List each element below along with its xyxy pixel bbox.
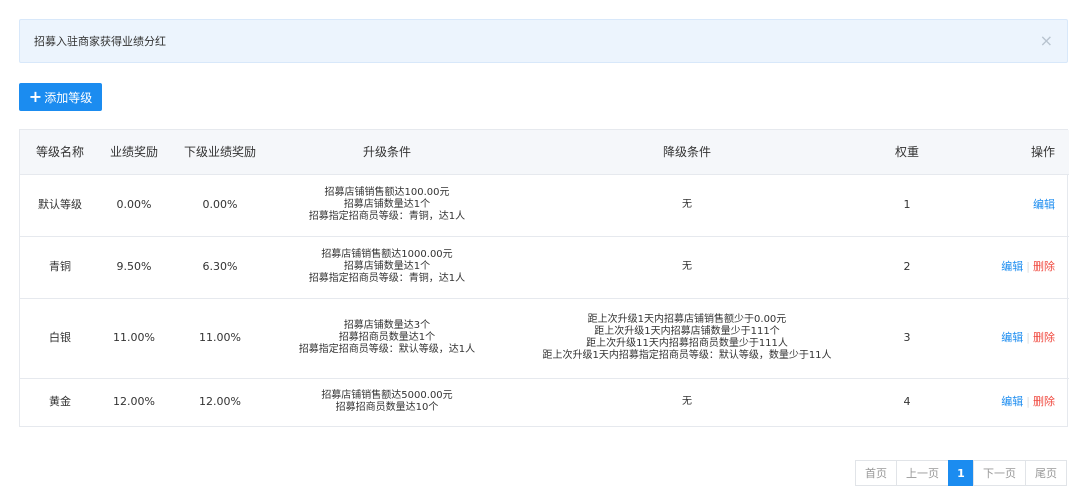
delete-link[interactable]: 删除 [1033,331,1055,344]
sub-reward-cell: 0.00% [168,174,272,237]
downgrade-conditions-cell: 无 [502,378,872,426]
sub-reward-cell: 12.00% [199,395,241,409]
page-prev-button[interactable]: 上一页 [896,460,949,486]
upgrade-conditions-cell: 招募店铺数量达3个 招募招商员数量达1个 招募指定招商员等级：默认等级，达1人 [272,298,502,379]
delete-link[interactable]: 删除 [1033,260,1055,273]
ops-divider: | [1026,395,1030,409]
header-downgrade: 降级条件 [502,130,872,175]
upgrade-conditions-cell: 招募店铺销售额达5000.00元 招募招商员数量达10个 [272,378,502,426]
alert-message: 招募入驻商家获得业绩分红 [34,35,166,48]
reward-cell: 12.00% [113,395,155,409]
downgrade-conditions-cell: 距上次升级1天内招募店铺销售额少于0.00元 距上次升级1天内招募店铺数量少于11… [502,298,872,379]
edit-link[interactable]: 编辑 [1001,395,1023,408]
pagination: 首页 上一页 1 下一页 尾页 [855,460,1067,486]
downgrade-conditions-cell-line: 距上次升级11天内招募招商员数量少于111人 [586,338,788,349]
downgrade-conditions-cell-line: 距上次升级1天内招募店铺销售额少于0.00元 [587,314,787,325]
downgrade-conditions-cell-line: 无 [682,396,692,408]
upgrade-conditions-cell-line: 招募店铺销售额达1000.00元 [321,249,453,260]
upgrade-conditions-cell-line: 招募指定招商员等级：默认等级，达1人 [298,344,476,355]
ops-cell: 编辑 | 删除 [942,236,1069,299]
table-row: 默认等级 0.00% 0.00% 招募店铺销售额达100.00元 招募店铺数量达1个 招募… [20,174,1069,237]
upgrade-conditions-cell-line: 招募招商员数量达1个 [338,332,436,343]
ops-divider: | [1026,260,1030,273]
level-name-cell: 黄金 [49,395,71,409]
downgrade-conditions-cell: 无 [502,236,872,299]
upgrade-conditions-cell-line: 招募店铺销售额达5000.00元 [321,390,453,402]
ops-cell: 编辑 | 删除 [942,378,1069,426]
reward-cell: 11.00% [100,298,168,379]
upgrade-conditions-cell: 招募店铺销售额达100.00元 招募店铺数量达1个 招募指定招商员等级：青铜，达1人 [272,174,502,237]
upgrade-conditions-cell-line: 招募店铺数量达1个 [343,261,431,272]
upgrade-conditions-cell-line: 招募指定招商员等级：青铜，达1人 [308,211,466,222]
header-ops: 操作 [942,130,1069,175]
upgrade-conditions-cell-line: 招募店铺销售额达100.00元 [324,187,450,198]
table-row: 青铜 9.50% 6.30% 招募店铺销售额达1000.00元 招募店铺数量达1个 招募指… [20,236,1069,299]
add-level-label: 添加等级 [44,90,93,105]
level-name-cell: 青铜 [20,236,100,299]
table-header-row: 等级名称 业绩奖励 下级业绩奖励 升级条件 降级条件 权重 操作 [20,130,1069,175]
delete-link[interactable]: 删除 [1033,395,1055,408]
edit-link[interactable]: 编辑 [1033,198,1055,211]
level-name-cell: 白银 [20,298,100,379]
header-level-name: 等级名称 [20,130,100,175]
header-sub-reward: 下级业绩奖励 [168,130,272,175]
edit-link[interactable]: 编辑 [1001,331,1023,344]
level-name-cell: 默认等级 [20,174,100,237]
upgrade-conditions-cell-line: 招募指定招商员等级：青铜，达1人 [308,273,466,284]
upgrade-conditions-cell: 招募店铺销售额达1000.00元 招募店铺数量达1个 招募指定招商员等级：青铜，达1… [272,236,502,299]
downgrade-conditions-cell: 无 [502,174,872,237]
table-row: 黄金 12.00% 12.00% 招募店铺销售额达5000.00元 招募招商员数量达10… [20,378,1069,426]
header-reward: 业绩奖励 [100,130,168,175]
reward-cell: 0.00% [100,174,168,237]
upgrade-conditions-cell-line: 招募招商员数量达10个 [335,402,439,414]
weight-cell: 2 [872,236,942,299]
downgrade-conditions-cell-line: 距上次升级1天内招募店铺数量少于111个 [594,326,780,337]
header-upgrade: 升级条件 [272,130,502,175]
upgrade-conditions-cell-line: 招募店铺数量达1个 [343,199,431,210]
ops-cell: 编辑 [942,174,1069,237]
table-row: 白银 11.00% 11.00% 招募店铺数量达3个 招募招商员数量达1个 招募指定招商员… [20,298,1069,379]
ops-divider: | [1026,331,1030,344]
info-alert: 招募入驻商家获得业绩分红 × [19,19,1068,63]
add-level-button[interactable]: + 添加等级 [19,83,102,111]
reward-cell: 9.50% [100,236,168,299]
downgrade-conditions-cell-line: 无 [682,199,692,210]
weight-cell: 4 [903,395,911,409]
downgrade-conditions-cell-line: 距上次升级1天内招募指定招商员等级：默认等级，数量少于11人 [542,350,832,361]
sub-reward-cell: 6.30% [168,236,272,299]
page-first-button[interactable]: 首页 [855,460,897,486]
close-icon[interactable]: × [1040,32,1053,50]
page-current-button[interactable]: 1 [948,460,974,486]
page-next-button[interactable]: 下一页 [973,460,1026,486]
page-last-button[interactable]: 尾页 [1025,460,1067,486]
weight-cell: 3 [872,298,942,379]
level-table: 等级名称 业绩奖励 下级业绩奖励 升级条件 降级条件 权重 操作 默认等级 0.0… [19,129,1069,427]
ops-cell: 编辑 | 删除 [942,298,1069,379]
edit-link[interactable]: 编辑 [1001,260,1023,273]
weight-cell: 1 [872,174,942,237]
upgrade-conditions-cell-line: 招募店铺数量达3个 [343,320,431,331]
downgrade-conditions-cell-line: 无 [682,261,692,272]
plus-icon: + [28,87,43,106]
header-weight: 权重 [872,130,942,175]
sub-reward-cell: 11.00% [168,298,272,379]
